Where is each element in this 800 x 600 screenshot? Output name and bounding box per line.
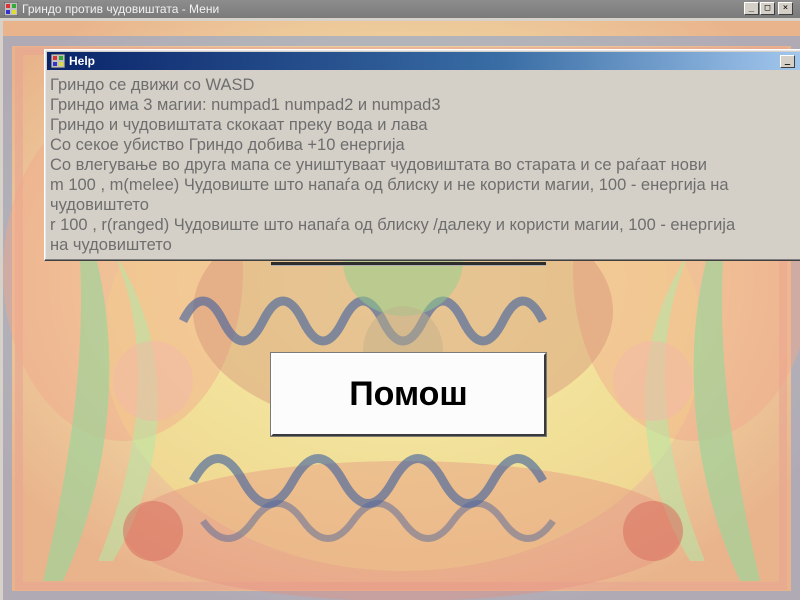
main-titlebar[interactable]: Гриндо против чудовиштата - Мени _ □ × [0,0,800,18]
help-line: Гриндо има 3 магии: numpad1 numpad2 и nu… [50,96,441,114]
main-window-title: Гриндо против чудовиштата - Мени [22,2,220,16]
help-dialog: Help _ Гриндо се движи со WASD Гриндо им… [44,49,800,261]
minimize-icon: _ [784,56,791,66]
help-line: Гриндо и чудовиштата скокаат преку вода … [50,116,428,134]
close-icon: × [782,3,789,13]
close-button[interactable]: × [778,2,793,15]
help-line: на чудовиштето [50,236,172,254]
help-line: Со влегување во друга мапа се уништуваат… [50,156,707,174]
minimize-icon: _ [748,3,755,13]
help-text: Гриндо се движи со WASD Гриндо има 3 маг… [50,75,800,255]
help-minimize-button[interactable]: _ [780,55,795,68]
hidden-menu-button-edge[interactable] [271,262,546,266]
help-line: Гриндо се движи со WASD [50,76,255,94]
help-line: r 100 , r(ranged) Чудовиште што напаѓа о… [50,216,736,234]
help-line: чудовиштето [50,196,149,214]
help-dialog-title: Help [69,54,96,68]
help-titlebar[interactable]: Help _ [47,52,800,70]
app-window-icon [51,54,65,68]
minimize-button[interactable]: _ [744,2,759,15]
help-button[interactable]: Помош [270,352,547,437]
help-line: m 100 , m(melee) Чудовиште што напаѓа од… [50,176,729,194]
app-window-icon [4,2,18,16]
maximize-icon: □ [764,3,771,13]
maximize-button[interactable]: □ [760,2,775,15]
help-line: Со секое убиство Гриндо добива +10 енерг… [50,136,405,154]
